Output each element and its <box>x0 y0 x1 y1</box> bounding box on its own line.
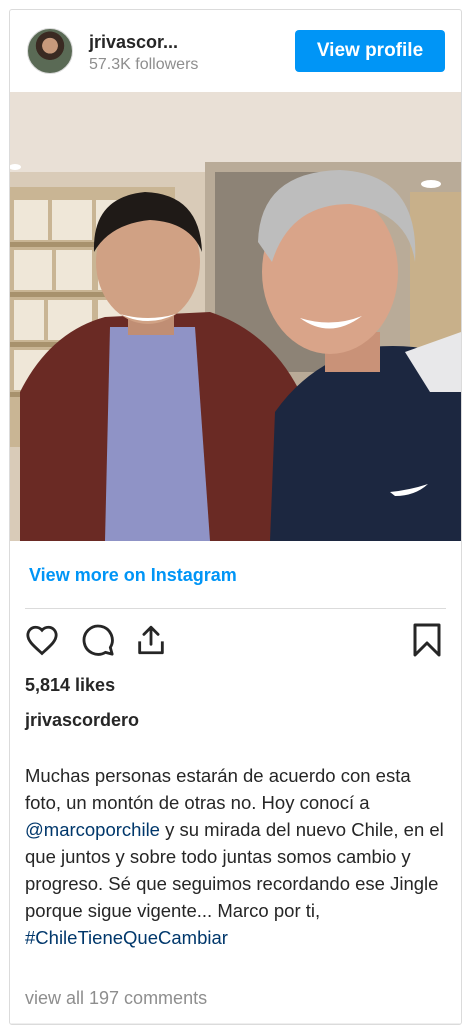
caption-text: Muchas personas estarán de acuerdo con e… <box>25 765 411 813</box>
avatar[interactable] <box>27 28 73 74</box>
view-profile-button[interactable]: View profile <box>295 30 445 72</box>
username[interactable]: jrivascor... <box>89 32 178 53</box>
share-icon[interactable] <box>132 621 170 659</box>
divider <box>25 608 446 609</box>
post-caption: Muchas personas estarán de acuerdo con e… <box>25 762 445 951</box>
mention-link[interactable]: @marcoporchile <box>25 819 160 840</box>
view-more-on-instagram-link[interactable]: View more on Instagram <box>29 565 237 586</box>
instagram-embed-card: jrivascor... 57.3K followers View profil… <box>9 9 462 1025</box>
divider-bottom <box>10 1023 461 1024</box>
post-header: jrivascor... 57.3K followers View profil… <box>10 10 461 92</box>
comment-icon[interactable] <box>79 621 117 659</box>
heart-icon[interactable] <box>23 621 61 659</box>
bookmark-icon[interactable] <box>408 621 446 659</box>
like-count[interactable]: 5,814 likes <box>25 675 115 696</box>
post-photo-image <box>10 92 461 541</box>
view-all-comments-link[interactable]: view all 197 comments <box>25 988 207 1009</box>
follower-count: 57.3K followers <box>89 56 199 73</box>
post-photo[interactable] <box>10 92 461 541</box>
hashtag-link[interactable]: #ChileTieneQueCambiar <box>25 927 228 948</box>
post-owner-username[interactable]: jrivascordero <box>25 710 139 731</box>
